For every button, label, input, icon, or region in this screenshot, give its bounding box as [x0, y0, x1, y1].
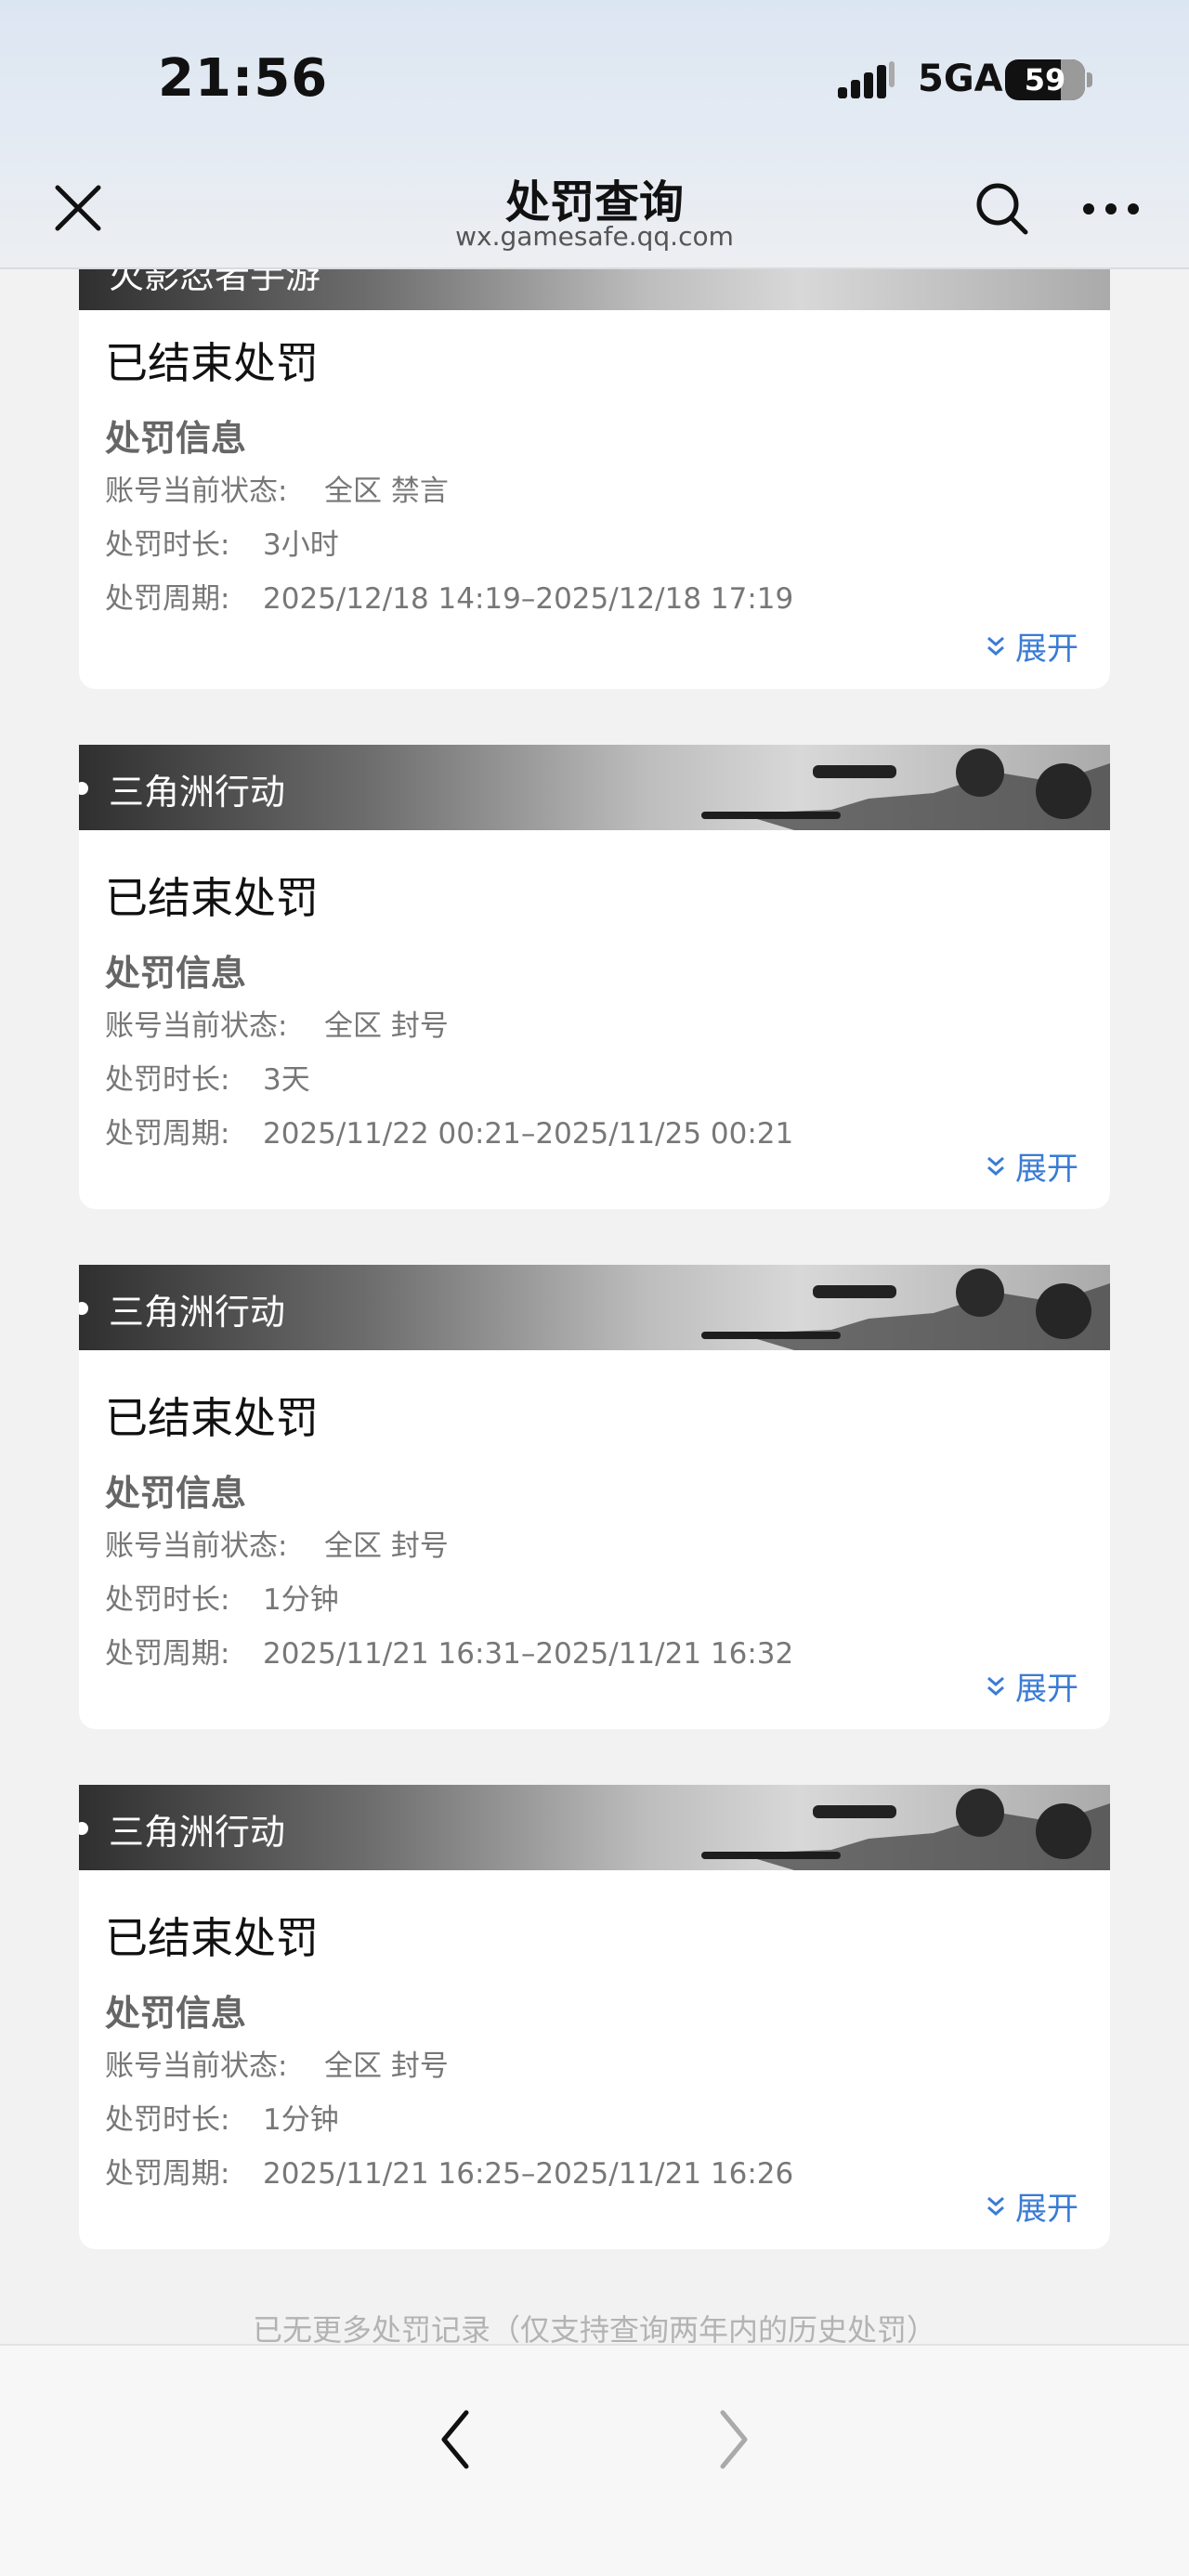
- punishment-status: 已结束处罚: [105, 873, 319, 923]
- back-chevron-icon[interactable]: [420, 2388, 490, 2491]
- forward-chevron-icon: [699, 2388, 769, 2491]
- duration-label: 处罚时长:: [105, 2103, 230, 2137]
- period-row: 处罚周期: 2025/12/18 14:19–2025/12/18 17:19: [105, 572, 1084, 626]
- account-status-row: 账号当前状态: 全区 封号: [105, 1519, 1084, 1573]
- duration-value: 3天: [263, 1063, 310, 1097]
- account-status-value: 全区 禁言: [324, 475, 449, 508]
- period-value: 2025/11/22 00:21–2025/11/25 00:21: [263, 1117, 794, 1151]
- game-banner: 三角洲行动: [79, 1265, 1110, 1350]
- battery-icon: 59: [1005, 59, 1085, 100]
- soldier-artwork-icon: [701, 748, 1110, 830]
- account-status-label: 账号当前状态:: [105, 1009, 288, 1043]
- duration-row: 处罚时长: 1分钟: [105, 2093, 1084, 2147]
- expand-label: 展开: [1015, 1151, 1078, 1188]
- expand-button[interactable]: 展开: [986, 2183, 1078, 2229]
- top-bar: 21:56 5GA 59 处罚查询 wx.gamesafe.qq.com: [0, 0, 1189, 269]
- account-status-value: 全区 封号: [324, 2049, 449, 2083]
- game-banner: 三角洲行动: [79, 745, 1110, 830]
- account-status-value: 全区 封号: [324, 1529, 449, 1563]
- battery-level: 59: [1024, 62, 1066, 98]
- battery-tip: [1087, 72, 1092, 87]
- period-label: 处罚周期:: [105, 1637, 230, 1671]
- search-icon[interactable]: [970, 176, 1035, 241]
- period-row: 处罚周期: 2025/11/21 16:31–2025/11/21 16:32: [105, 1627, 1084, 1681]
- soldier-artwork-icon: [701, 1268, 1110, 1350]
- duration-value: 1分钟: [263, 1583, 339, 1617]
- duration-value: 1分钟: [263, 2103, 339, 2137]
- period-value: 2025/11/21 16:31–2025/11/21 16:32: [263, 1637, 794, 1671]
- account-status-label: 账号当前状态:: [105, 475, 288, 508]
- expand-button[interactable]: 展开: [986, 1663, 1078, 1709]
- expand-label: 展开: [1015, 1671, 1078, 1708]
- punishment-status: 已结束处罚: [105, 1393, 319, 1443]
- chevron-double-down-icon: [987, 1156, 1004, 1176]
- duration-row: 处罚时长: 3天: [105, 1053, 1084, 1107]
- game-name: 三角洲行动: [109, 1812, 286, 1853]
- punishment-card: 火影忍者手游 已结束处罚 处罚信息 账号当前状态: 全区 禁言 处罚时长: 3小时 …: [79, 230, 1110, 689]
- account-status-row: 账号当前状态: 全区 封号: [105, 2039, 1084, 2093]
- duration-label: 处罚时长:: [105, 1063, 230, 1097]
- more-options-icon[interactable]: [1078, 176, 1144, 241]
- chevron-double-down-icon: [987, 1676, 1004, 1696]
- game-name: 三角洲行动: [109, 772, 286, 813]
- punishment-card: 三角洲行动 已结束处罚 处罚信息 账号当前状态: 全区 封号 处罚时长: 3天 处罚…: [79, 745, 1110, 1209]
- period-row: 处罚周期: 2025/11/21 16:25–2025/11/21 16:26: [105, 2147, 1084, 2201]
- account-status-value: 全区 封号: [324, 1009, 449, 1043]
- game-banner: 三角洲行动: [79, 1785, 1110, 1870]
- expand-button[interactable]: 展开: [986, 1143, 1078, 1189]
- expand-label: 展开: [1015, 631, 1078, 668]
- account-status-row: 账号当前状态: 全区 封号: [105, 999, 1084, 1053]
- period-value: 2025/11/21 16:25–2025/11/21 16:26: [263, 2157, 794, 2191]
- network-type: 5GA: [918, 58, 1003, 100]
- chevron-double-down-icon: [987, 636, 1004, 656]
- duration-label: 处罚时长:: [105, 1583, 230, 1617]
- account-status-label: 账号当前状态:: [105, 2049, 288, 2083]
- punishment-status: 已结束处罚: [105, 338, 319, 388]
- duration-row: 处罚时长: 3小时: [105, 518, 1084, 572]
- period-label: 处罚周期:: [105, 2157, 230, 2191]
- status-time: 21:56: [158, 48, 329, 109]
- period-label: 处罚周期:: [105, 582, 230, 616]
- duration-row: 处罚时长: 1分钟: [105, 1573, 1084, 1627]
- period-row: 处罚周期: 2025/11/22 00:21–2025/11/25 00:21: [105, 1107, 1084, 1161]
- punishment-card: 三角洲行动 已结束处罚 处罚信息 账号当前状态: 全区 封号 处罚时长: 1分钟 处…: [79, 1265, 1110, 1729]
- section-title: 处罚信息: [105, 1993, 247, 2034]
- card-body: 已结束处罚 处罚信息 账号当前状态: 全区 禁言 处罚时长: 3小时 处罚周期: 20…: [79, 310, 1110, 626]
- soldier-artwork-icon: [701, 1789, 1110, 1870]
- period-value: 2025/12/18 14:19–2025/12/18 17:19: [263, 582, 794, 616]
- section-title: 处罚信息: [105, 418, 247, 459]
- card-body: 已结束处罚 处罚信息 账号当前状态: 全区 封号 处罚时长: 3天 处罚周期: 202…: [79, 830, 1110, 1161]
- period-label: 处罚周期:: [105, 1117, 230, 1151]
- duration-label: 处罚时长:: [105, 528, 230, 562]
- card-body: 已结束处罚 处罚信息 账号当前状态: 全区 封号 处罚时长: 1分钟 处罚周期: 20…: [79, 1350, 1110, 1681]
- card-body: 已结束处罚 处罚信息 账号当前状态: 全区 封号 处罚时长: 1分钟 处罚周期: 20…: [79, 1870, 1110, 2201]
- cellular-signal-icon: [838, 61, 895, 98]
- section-title: 处罚信息: [105, 1473, 247, 1514]
- bottom-nav-bar: [0, 2344, 1189, 2576]
- account-status-label: 账号当前状态:: [105, 1529, 288, 1563]
- punishment-card: 三角洲行动 已结束处罚 处罚信息 账号当前状态: 全区 封号 处罚时长: 1分钟 处…: [79, 1785, 1110, 2249]
- account-status-row: 账号当前状态: 全区 禁言: [105, 464, 1084, 518]
- game-name: 三角洲行动: [109, 1292, 286, 1333]
- duration-value: 3小时: [263, 528, 339, 562]
- punishment-status: 已结束处罚: [105, 1913, 319, 1963]
- expand-button[interactable]: 展开: [986, 623, 1078, 669]
- section-title: 处罚信息: [105, 953, 247, 994]
- chevron-double-down-icon: [987, 2196, 1004, 2216]
- expand-label: 展开: [1015, 2191, 1078, 2228]
